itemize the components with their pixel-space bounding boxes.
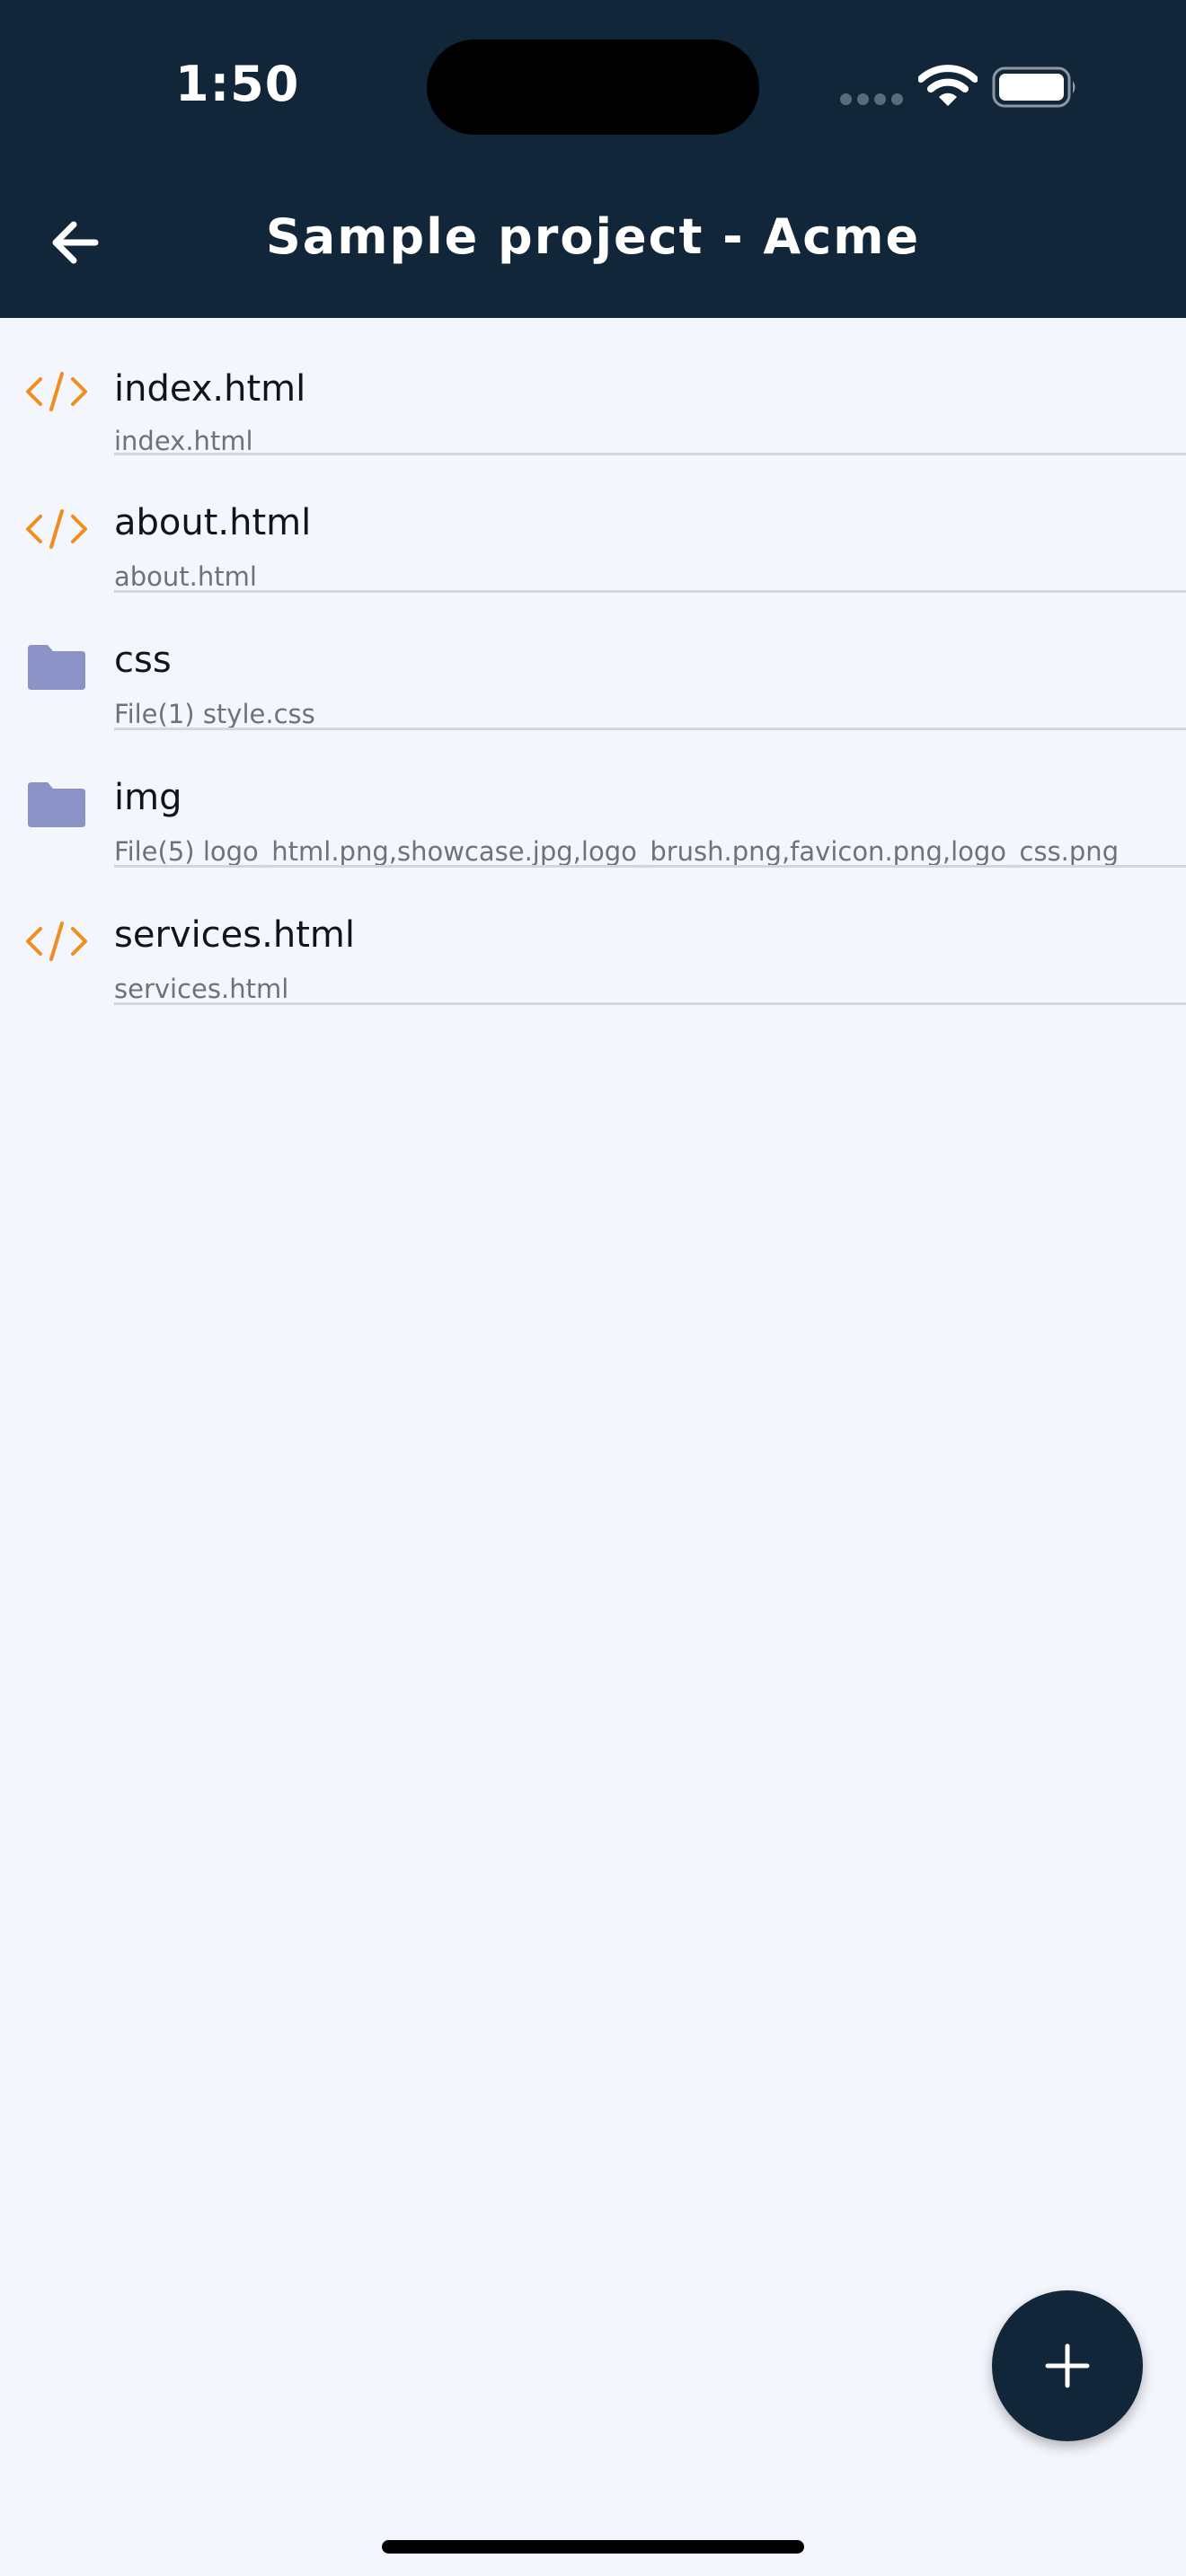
divider xyxy=(114,1002,1186,1005)
code-icon xyxy=(26,922,87,961)
folder-item-img[interactable]: img File(5) logo_html.png,showcase.jpg,l… xyxy=(0,730,1186,868)
folder-icon xyxy=(28,645,85,690)
file-item-services-html[interactable]: services.html services.html xyxy=(0,868,1186,1005)
file-name: services.html xyxy=(114,914,355,956)
arrow-left-icon xyxy=(52,221,99,264)
folder-item-css[interactable]: css File(1) style.css xyxy=(0,593,1186,730)
file-detail: about.html xyxy=(114,561,257,592)
cellular-signal-icon xyxy=(840,93,903,106)
file-name: about.html xyxy=(114,502,312,543)
page-title: Sample project - Acme xyxy=(265,208,921,265)
code-icon xyxy=(26,372,87,411)
file-item-index-html[interactable]: index.html index.html xyxy=(0,318,1186,456)
code-icon xyxy=(26,509,87,549)
folder-detail: File(1) style.css xyxy=(114,699,315,729)
wifi-icon xyxy=(918,65,978,106)
battery-icon xyxy=(992,66,1075,108)
file-name: index.html xyxy=(114,368,306,410)
folder-detail: File(5) logo_html.png,showcase.jpg,logo_… xyxy=(114,836,1120,867)
add-button[interactable] xyxy=(992,2290,1143,2441)
app-header: 1:50 Sample project - Acme xyxy=(0,0,1186,318)
file-item-about-html[interactable]: about.html about.html xyxy=(0,455,1186,593)
folder-name: css xyxy=(114,640,172,681)
folder-icon xyxy=(28,782,85,827)
folder-name: img xyxy=(114,777,182,818)
plus-icon xyxy=(1045,2343,1090,2388)
file-detail: index.html xyxy=(114,426,253,456)
file-detail: services.html xyxy=(114,974,289,1004)
back-button[interactable] xyxy=(36,207,117,278)
status-time: 1:50 xyxy=(175,56,300,112)
home-indicator xyxy=(382,2540,804,2554)
dynamic-island xyxy=(427,40,759,135)
file-list: index.html index.html about.html about.h… xyxy=(0,318,1186,1005)
